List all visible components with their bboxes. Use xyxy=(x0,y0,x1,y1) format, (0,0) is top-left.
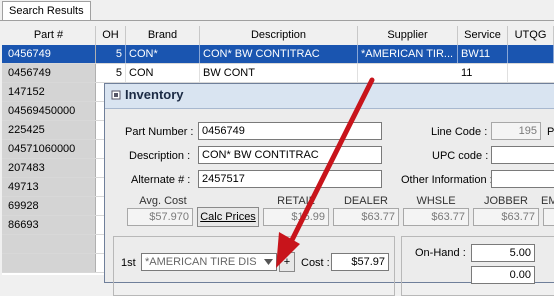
annotation-arrow xyxy=(276,77,375,268)
